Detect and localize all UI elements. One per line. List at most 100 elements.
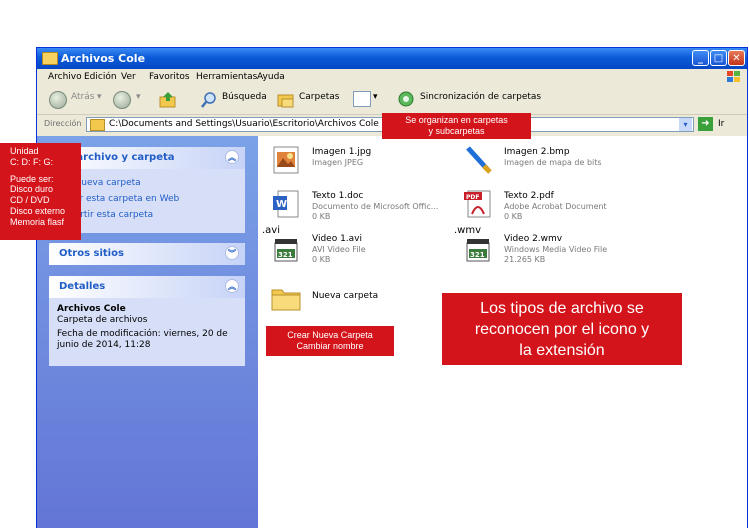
details-header[interactable]: Detalles ︽ [49,276,245,298]
details-type: Carpeta de archivos [57,315,148,325]
note-line: la extensión [519,342,605,359]
folder-icon [42,52,58,65]
note-line: reconocen por el icono y [474,321,650,338]
other-places-title: Otros sitios [59,248,124,259]
note-line: y subcarpetas [428,126,485,136]
note-line: Puede ser: [10,173,54,184]
expand-chevron-icon[interactable]: ︾ [225,246,239,260]
sync-button-label[interactable]: Sincronización de carpetas [420,92,541,102]
file-type: Adobe Acrobat Document [504,202,607,211]
video-number-label: 321 [278,251,293,259]
views-dropdown-icon[interactable]: ▾ [373,92,378,102]
search-button-label[interactable]: Búsqueda [222,92,267,102]
note-line: Unidad [10,146,39,156]
file-item-wmv[interactable]: .wmv 321 Video 2.wmv Windows Media Video… [454,225,676,271]
note-line: CD / DVD [10,195,50,206]
title-bar[interactable]: Archivos Cole _ □ ✕ [37,48,747,69]
file-size: 21.265 KB [504,255,546,264]
note-line: Cambiar nombre [296,341,364,351]
jpeg-image-icon [273,146,299,174]
forward-dropdown-icon[interactable]: ▾ [136,92,141,102]
details-panel: Detalles ︽ Archivos Cole Carpeta de arch… [49,276,245,366]
back-dropdown-icon[interactable]: ▾ [97,92,102,102]
file-name: Texto 2.pdf [504,191,554,201]
folder-item-nueva[interactable]: Nueva carpeta [264,282,424,316]
note-line: Los tipos de archivo se [480,300,644,317]
share-folder-link[interactable]: partir esta carpeta [69,210,153,220]
file-item-jpg[interactable]: Imagen 1.jpg Imagen JPEG [264,144,454,178]
paint-brush-icon [466,146,492,174]
file-name: Imagen 2.bmp [504,147,570,157]
menu-bar: Archivo Edición Ver Favoritos Herramient… [37,69,747,87]
folder-icon [90,119,105,131]
go-button-label[interactable]: Ir [718,119,724,129]
note-line: C: D: F: G: [10,156,54,167]
note-line: Disco duro [10,184,54,195]
video-clapper-icon: 321 [466,239,490,262]
word-document-icon: W [273,190,299,218]
pdf-icon: PDF [464,190,491,218]
file-type: Windows Media Video File [504,245,608,254]
close-button[interactable]: ✕ [728,50,745,66]
go-arrow-icon[interactable]: ➜ [698,117,713,131]
folder-icon [271,289,301,311]
file-name: Video 1.avi [312,234,363,244]
menu-favoritos[interactable]: Favoritos [149,72,190,82]
file-item-avi[interactable]: .avi 321 Video 1.avi AVI Video File 0 KB [262,225,454,271]
details-modified-date: junio de 2014, 11:28 [57,340,151,350]
other-places-panel: Otros sitios ︾ [49,243,245,265]
minimize-button[interactable]: _ [692,50,709,66]
menu-ayuda[interactable]: Ayuda [257,72,285,82]
folder-name: Nueva carpeta [312,291,379,301]
video-number-label: 321 [470,251,485,259]
sync-icon[interactable] [397,90,415,108]
file-name: Imagen 1.jpg [312,147,372,157]
new-folder-annotation: Crear Nueva Carpeta Cambiar nombre [266,326,394,356]
folder-up-icon[interactable] [159,91,177,109]
address-dropdown-icon[interactable]: ▾ [679,118,692,131]
note-line: Se organizan en carpetas [405,115,508,125]
address-label: Dirección [44,119,82,128]
file-item-bmp[interactable]: Imagen 2.bmp Imagen de mapa de bits [456,144,676,178]
window-title: Archivos Cole [61,52,146,65]
menu-herramientas[interactable]: Herramientas [196,72,257,82]
file-type: Imagen de mapa de bits [504,158,602,167]
file-name: Video 2.wmv [504,234,563,244]
menu-edicion[interactable]: Edición [84,72,117,82]
file-size: 0 KB [312,212,331,221]
address-path: C:\Documents and Settings\Usuario\Escrit… [109,119,379,129]
other-places-header[interactable]: Otros sitios ︾ [49,243,245,265]
collapse-chevron-icon[interactable]: ︽ [225,150,239,164]
file-item-pdf[interactable]: PDF Texto 2.pdf Adobe Acrobat Document 0… [456,188,676,222]
pdf-badge-label: PDF [466,194,479,201]
details-title: Detalles [59,281,106,292]
back-button-label[interactable]: Atrás [71,92,94,102]
file-type: AVI Video File [312,245,366,254]
file-name: Texto 1.doc [312,191,364,201]
note-line: Crear Nueva Carpeta [287,330,373,340]
folders-button-label[interactable]: Carpetas [299,92,339,102]
publish-web-link[interactable]: car esta carpeta en Web [69,194,179,204]
toolbar: Atrás ▾ ▾ Búsqueda Carpetas ▾ Sincroniza… [37,86,747,115]
menu-ver[interactable]: Ver [121,72,136,82]
folders-annotation: Se organizan en carpetas y subcarpetas [382,113,531,139]
folders-icon[interactable] [277,91,295,109]
details-name: Archivos Cole [57,304,126,314]
file-types-annotation: Los tipos de archivo se reconocen por el… [442,293,682,365]
note-line: Disco externo [10,205,66,216]
video-clapper-icon: 321 [274,239,298,262]
file-size: 0 KB [504,212,523,221]
collapse-chevron-icon[interactable]: ︽ [225,279,239,293]
back-arrow-icon[interactable] [49,91,67,109]
drive-annotation: Unidad C: D: F: G: Puede ser: Disco duro… [0,143,81,240]
file-item-doc[interactable]: W Texto 1.doc Documento de Microsoft Off… [264,188,454,222]
views-icon[interactable] [353,91,371,107]
forward-arrow-icon[interactable] [113,91,131,109]
menu-archivo[interactable]: Archivo [48,72,82,82]
svg-text:W: W [276,199,287,210]
file-type: Documento de Microsoft Offic... [312,202,439,211]
maximize-button[interactable]: □ [710,50,727,66]
details-modified: Fecha de modificación: viernes, 20 de [57,329,228,339]
search-icon[interactable] [200,91,218,109]
note-line: Memoria flasf [10,216,65,227]
